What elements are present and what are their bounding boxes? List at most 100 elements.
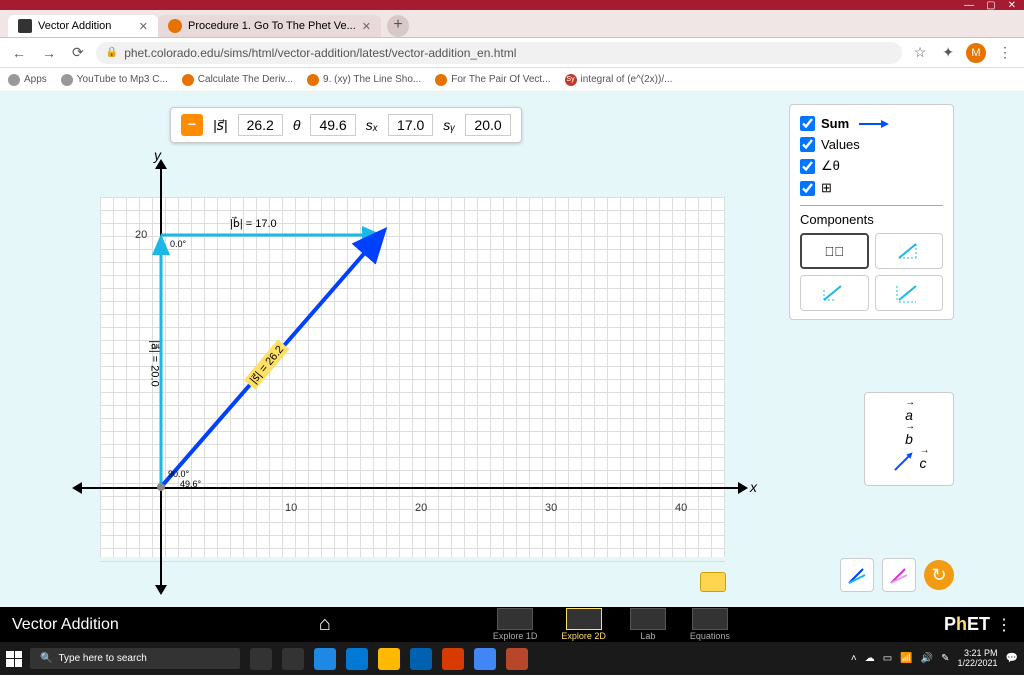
close-icon[interactable]: ✕ — [1008, 0, 1016, 11]
minimize-icon[interactable]: — — [964, 0, 974, 11]
chrome-icon[interactable] — [474, 648, 496, 670]
grid-checkbox[interactable]: ⊞ — [800, 177, 943, 199]
bookmark-icon — [182, 74, 194, 86]
phet-menu-icon[interactable]: ⋮ — [996, 615, 1012, 635]
angle-b-label: 0.0° — [170, 239, 186, 249]
sum-checkbox[interactable]: Sum — [800, 113, 943, 134]
eye-off-icon: 👁⃠ — [825, 244, 845, 259]
vector-set-1-button[interactable] — [840, 558, 874, 592]
pen-icon[interactable]: ✎ — [941, 653, 949, 664]
simulation-area: − |s⃗| 26.2 θ 49.6 sₓ 17.0 sᵧ 20.0 /* ge… — [0, 92, 1024, 607]
y-axis-label: y — [154, 147, 161, 163]
y-axis-arrow-down — [155, 585, 167, 595]
groove-icon[interactable] — [314, 648, 336, 670]
edge-icon[interactable] — [346, 648, 368, 670]
bookmark-integral[interactable]: Syintegral of (e^(2x))/... — [565, 74, 673, 86]
star-icon[interactable]: ☆ — [910, 44, 931, 61]
forward-icon[interactable]: → — [38, 45, 60, 61]
components-triangle-button[interactable] — [875, 233, 944, 269]
apps-button[interactable]: Apps — [8, 74, 47, 86]
volume-icon[interactable]: 🔊 — [921, 653, 933, 664]
components-projection-button[interactable] — [875, 275, 944, 311]
bookmark-icon — [435, 74, 447, 86]
bookmark-icon — [61, 74, 73, 86]
create-vector-b[interactable]: b — [875, 427, 943, 451]
x-axis-label: x — [750, 479, 757, 495]
create-vector-c[interactable]: c — [875, 451, 943, 475]
store-icon[interactable] — [410, 648, 432, 670]
taskview-icon[interactable] — [282, 648, 304, 670]
office-icon[interactable] — [442, 648, 464, 670]
tab-favicon — [18, 19, 32, 33]
grid: /* generated below via JS for brevity */ — [100, 197, 725, 557]
apps-icon — [8, 74, 20, 86]
cortana-icon[interactable] — [250, 648, 272, 670]
x-axis — [80, 487, 740, 489]
screen-tabs: Explore 1D Explore 2D Lab Equations — [481, 606, 742, 643]
extension-icon[interactable]: ✦ — [938, 44, 958, 61]
start-button[interactable] — [6, 651, 22, 667]
x-tick-20: 20 — [415, 502, 427, 514]
sim-title: Vector Addition — [12, 616, 119, 634]
screen-lab[interactable]: Lab — [618, 606, 678, 643]
lock-icon: 🔒 — [106, 47, 118, 58]
vector-b-label: |b⃗| = 17.0 — [230, 217, 277, 230]
battery-icon[interactable]: ▭ — [883, 653, 892, 664]
angle-checkbox[interactable]: ∠θ — [800, 155, 943, 177]
angle-a-label: 90.0° — [168, 469, 189, 479]
remove-vector-button[interactable]: − — [181, 114, 203, 136]
taskbar-clock[interactable]: 3:21 PM 1/22/2021 — [958, 649, 998, 669]
x-axis-arrow-left — [72, 482, 82, 494]
bottom-toolbar: ↻ — [840, 558, 954, 592]
magnitude-label: |s⃗| — [213, 117, 228, 134]
sim-navigation-bar: Vector Addition ⌂ Explore 1D Explore 2D … — [0, 607, 1024, 642]
theta-label: θ — [293, 117, 301, 133]
x-tick-10: 10 — [285, 502, 297, 514]
eraser-button[interactable] — [700, 572, 726, 592]
maximize-icon[interactable]: ▢ — [986, 0, 995, 11]
explorer-icon[interactable] — [378, 648, 400, 670]
tab-close-icon[interactable]: ✕ — [362, 20, 371, 33]
tray-up-icon[interactable]: ˄ — [851, 653, 857, 664]
vector-creator-panel: a b c — [864, 392, 954, 486]
tab-chegg[interactable]: Procedure 1. Go To The Phet Ve... ✕ — [158, 15, 381, 37]
x-tick-40: 40 — [675, 502, 687, 514]
sx-label: sₓ — [366, 117, 378, 133]
menu-icon[interactable]: ⋮ — [994, 44, 1016, 61]
vector-set-2-button[interactable] — [882, 558, 916, 592]
screen-explore-1d[interactable]: Explore 1D — [481, 606, 550, 643]
address-bar-row: ← → ⟳ 🔒 phet.colorado.edu/sims/html/vect… — [0, 38, 1024, 68]
profile-avatar[interactable]: M — [966, 43, 986, 63]
bookmarks-bar: Apps YouTube to Mp3 C... Calculate The D… — [0, 68, 1024, 92]
windows-taskbar: 🔍Type here to search ˄ ☁ ▭ 📶 🔊 ✎ 3:21 PM… — [0, 642, 1024, 675]
url-text: phet.colorado.edu/sims/html/vector-addit… — [124, 46, 516, 60]
powerpoint-icon[interactable] — [506, 648, 528, 670]
magnitude-value: 26.2 — [238, 114, 283, 136]
y-tick-20: 20 — [135, 229, 147, 241]
notifications-icon[interactable]: 💬 — [1006, 653, 1018, 664]
search-icon: 🔍 — [40, 653, 52, 664]
address-bar[interactable]: 🔒 phet.colorado.edu/sims/html/vector-add… — [96, 42, 902, 64]
home-icon[interactable]: ⌂ — [319, 613, 331, 636]
reload-icon[interactable]: ⟳ — [68, 44, 88, 61]
values-checkbox[interactable]: Values — [800, 134, 943, 155]
bookmark-calc[interactable]: Calculate The Deriv... — [182, 74, 293, 86]
tab-vector-addition[interactable]: Vector Addition ✕ — [8, 15, 158, 37]
onedrive-icon[interactable]: ☁ — [865, 653, 875, 664]
screen-equations[interactable]: Equations — [678, 606, 742, 643]
tab-close-icon[interactable]: ✕ — [139, 20, 148, 33]
phet-logo[interactable]: PhET — [944, 614, 990, 635]
bookmark-line[interactable]: 9. (xy) The Line Sho... — [307, 74, 421, 86]
screen-explore-2d[interactable]: Explore 2D — [549, 606, 618, 643]
components-parallelogram-button[interactable] — [800, 275, 869, 311]
taskbar-search[interactable]: 🔍Type here to search — [30, 648, 240, 669]
new-tab-button[interactable]: + — [387, 15, 409, 37]
back-icon[interactable]: ← — [8, 45, 30, 61]
graph-area[interactable]: /* generated below via JS for brevity */… — [80, 167, 740, 587]
wifi-icon[interactable]: 📶 — [900, 653, 912, 664]
bookmark-pair[interactable]: For The Pair Of Vect... — [435, 74, 550, 86]
components-none-button[interactable]: 👁⃠ — [800, 233, 869, 269]
reset-button[interactable]: ↻ — [924, 560, 954, 590]
theta-value: 49.6 — [310, 114, 355, 136]
bookmark-youtube[interactable]: YouTube to Mp3 C... — [61, 74, 168, 86]
